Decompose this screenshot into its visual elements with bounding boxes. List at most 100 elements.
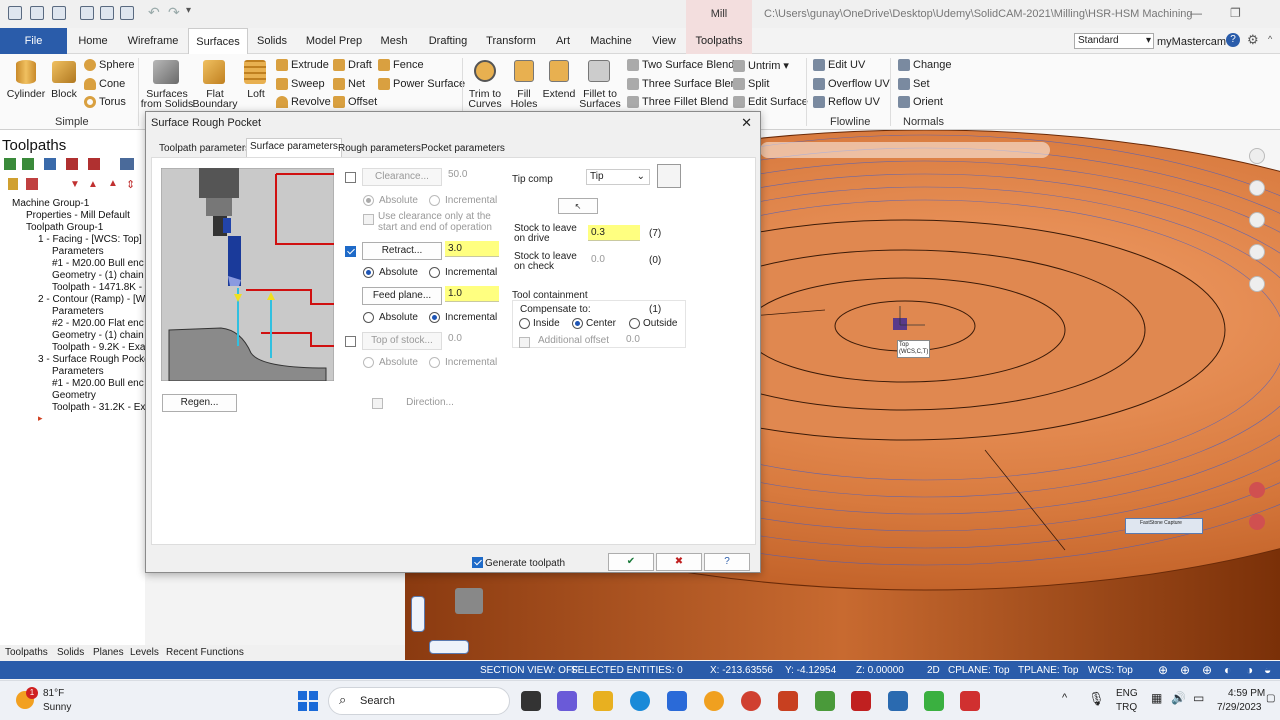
camtasia-icon[interactable]	[924, 691, 944, 711]
net-button[interactable]: Net	[333, 78, 365, 90]
additional-offset-checkbox[interactable]	[519, 337, 530, 348]
tab-pocket-parameters[interactable]: Pocket parameters	[418, 141, 508, 157]
cancel-button[interactable]: ✖	[656, 553, 702, 571]
orient-normals-button[interactable]: Orient	[898, 96, 943, 108]
overflow-uv-button[interactable]: Overflow UV	[813, 78, 890, 90]
tab-file[interactable]: File	[0, 28, 67, 54]
split-button[interactable]: Split	[733, 78, 769, 90]
extend-button[interactable]: Extend	[542, 89, 576, 100]
shaded-view-icon[interactable]	[1249, 514, 1265, 530]
workspace-select[interactable]: Standard ▾	[1074, 33, 1154, 49]
flat-boundary-button[interactable]: Flat Boundary	[192, 89, 238, 110]
edge-icon[interactable]	[630, 691, 650, 711]
tree-item-toolpath[interactable]: Toolpath - 1471.8K -	[52, 282, 142, 293]
language-indicator[interactable]: ENG	[1116, 688, 1138, 699]
sweep-button[interactable]: Sweep	[276, 78, 325, 90]
bitcoin-icon[interactable]	[704, 691, 724, 711]
tab-drafting[interactable]: Drafting	[422, 28, 474, 54]
draft-button[interactable]: Draft	[333, 59, 372, 71]
edit-surface-button[interactable]: Edit Surface	[733, 96, 808, 108]
battery-icon[interactable]: ▭	[1193, 691, 1204, 705]
tab-art[interactable]: Art	[548, 28, 578, 54]
fill-holes-button[interactable]: Fill Holes	[507, 89, 541, 110]
settings-icon[interactable]: ⚙	[1247, 32, 1259, 48]
tree-op-contour[interactable]: 2 - Contour (Ramp) - [W	[38, 294, 145, 305]
insert-arrow-icon[interactable]: ▲	[108, 178, 118, 189]
toggle-display-icon[interactable]	[26, 178, 38, 190]
tree-item-tool[interactable]: #1 - M20.00 Bull enc	[52, 258, 144, 269]
cylinder-button[interactable]: Cylinder	[6, 89, 46, 100]
windows-start-icon[interactable]	[298, 691, 318, 711]
close-icon[interactable]: ✕	[741, 115, 752, 131]
retract-checkbox[interactable]	[345, 246, 356, 257]
retract-absolute-radio[interactable]	[363, 267, 374, 278]
reflow-uv-button[interactable]: Reflow UV	[813, 96, 880, 108]
tree-item-tool[interactable]: #1 - M20.00 Bull enc	[52, 378, 144, 389]
display-mode-icon[interactable]: ◐	[1224, 663, 1231, 677]
minimize-icon[interactable]: —	[1190, 6, 1202, 20]
pan-icon[interactable]	[1249, 212, 1265, 228]
outside-radio[interactable]	[629, 318, 640, 329]
revolve-button[interactable]: Revolve	[276, 96, 331, 108]
feed-plane-value[interactable]: 1.0	[445, 286, 499, 302]
power-surface-button[interactable]: Power Surface	[378, 78, 465, 90]
help-icon[interactable]: ?	[1226, 33, 1240, 47]
new-file-icon[interactable]	[8, 6, 22, 20]
tree-item-parameters[interactable]: Parameters	[52, 246, 104, 257]
tab-rough-parameters[interactable]: Rough parameters	[335, 141, 424, 157]
shading-icon[interactable]: ◑	[1246, 663, 1253, 677]
tree-item-geometry[interactable]: Geometry - (1) chain	[52, 330, 144, 341]
move-down-icon[interactable]: ▼	[70, 179, 80, 190]
tip-comp-select[interactable]: Tip ⌄	[586, 169, 650, 185]
cplane-status[interactable]: CPLANE: Top	[948, 665, 1010, 676]
untrim-button[interactable]: Untrim ▾	[733, 59, 789, 72]
top-of-stock-absolute-radio[interactable]	[363, 357, 374, 368]
select-drive-icon[interactable]: ↖	[558, 198, 598, 214]
three-surface-blend-button[interactable]: Three Surface Blend	[627, 78, 743, 90]
horizontal-nav-icon[interactable]	[429, 640, 469, 654]
stock-drive-value[interactable]: 0.3	[588, 225, 640, 241]
clearance-checkbox[interactable]	[345, 172, 356, 183]
clearance-incremental-radio[interactable]	[429, 195, 440, 206]
tree-properties[interactable]: Properties - Mill Default	[26, 210, 130, 221]
fence-button[interactable]: Fence	[378, 59, 424, 71]
clock-date[interactable]: 7/29/2023	[1217, 702, 1262, 713]
cone-button[interactable]: Cone	[84, 78, 125, 90]
undo-icon[interactable]: ↶	[148, 4, 160, 21]
tab-surface-parameters[interactable]: Surface parameters	[246, 138, 342, 158]
tab-solids-manager[interactable]: Solids	[57, 647, 84, 658]
show-hidden-icons-icon[interactable]: ^	[1062, 692, 1067, 704]
offset-button[interactable]: Offset	[333, 96, 377, 108]
rotate-icon[interactable]	[1249, 244, 1265, 260]
vertical-nav-icon[interactable]	[411, 596, 425, 632]
select-all-icon[interactable]	[4, 158, 16, 170]
regenerate-icon[interactable]	[44, 158, 56, 170]
tree-op-facing[interactable]: 1 - Facing - [WCS: Top]	[38, 234, 142, 245]
globe-icon[interactable]: ⊕	[1202, 663, 1212, 677]
print-preview-icon[interactable]	[100, 6, 114, 20]
three-fillet-blend-button[interactable]: Three Fillet Blend	[627, 96, 728, 108]
view-cube-icon[interactable]	[455, 588, 483, 614]
tab-solids[interactable]: Solids	[252, 28, 292, 54]
clearance-button[interactable]: Clearance...	[362, 168, 442, 186]
clear-icon[interactable]	[1249, 148, 1265, 164]
scroll-arrows-icon[interactable]: ⇕	[126, 178, 135, 191]
chrome-icon[interactable]	[741, 691, 761, 711]
top-of-stock-incremental-radio[interactable]	[429, 357, 440, 368]
use-clearance-checkbox[interactable]	[363, 214, 374, 225]
tab-transform[interactable]: Transform	[482, 28, 540, 54]
help-button[interactable]: ?	[704, 553, 750, 571]
torus-button[interactable]: Torus	[84, 96, 126, 108]
feed-plane-incremental-radio[interactable]	[429, 312, 440, 323]
redo-icon[interactable]: ↷	[168, 4, 180, 21]
change-normals-button[interactable]: Change	[898, 59, 952, 71]
direction-button[interactable]: Direction...	[390, 394, 470, 412]
tab-toolpaths[interactable]: Toolpaths	[686, 28, 752, 54]
tree-item-toolpath[interactable]: Toolpath - 9.2K - Exa	[52, 342, 145, 353]
retract-value[interactable]: 3.0	[445, 241, 499, 257]
edit-uv-button[interactable]: Edit UV	[813, 59, 865, 71]
tab-mesh[interactable]: Mesh	[374, 28, 414, 54]
file-explorer-icon[interactable]	[593, 691, 613, 711]
two-surface-blend-button[interactable]: Two Surface Blend	[627, 59, 734, 71]
clearance-absolute-radio[interactable]	[363, 195, 374, 206]
